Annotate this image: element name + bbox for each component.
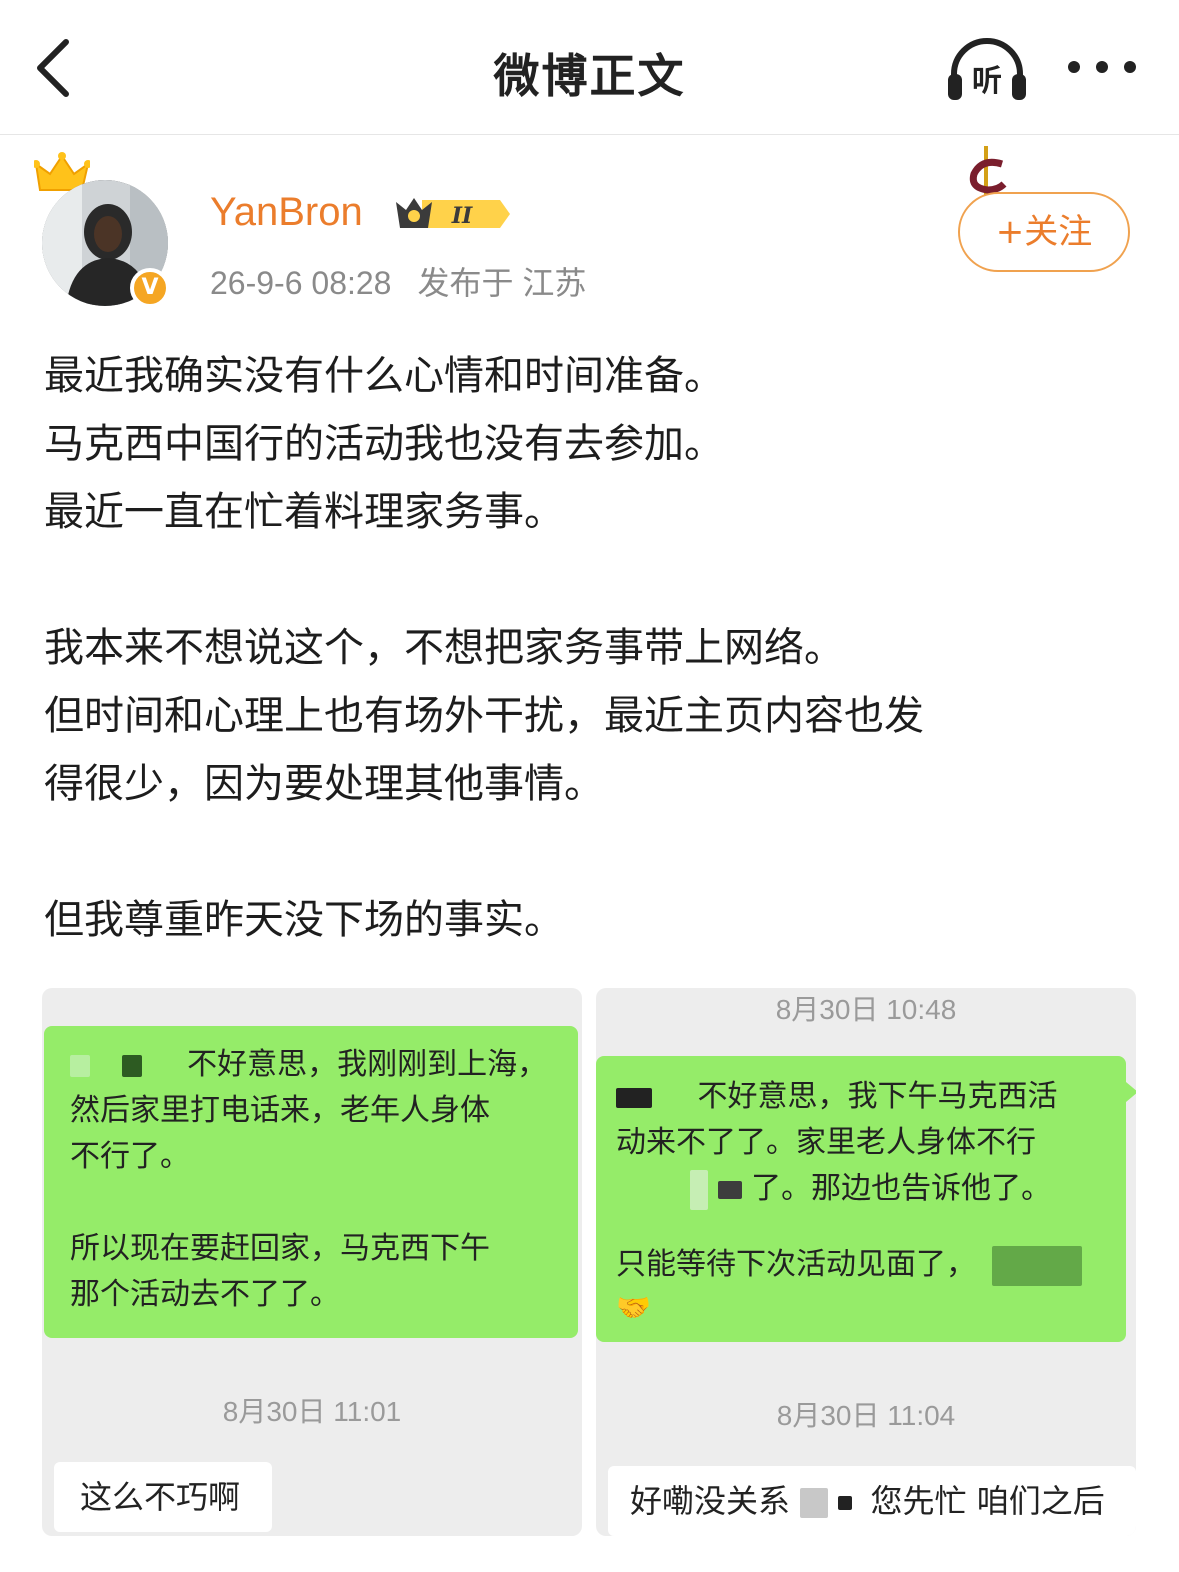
chat-reply-text: 好嘞没关系 [630,1482,791,1520]
redacted-name [991,1245,1082,1286]
post-image-right[interactable]: 8月30日 10:48 不好意思，我下午马克西活 动来不了了。家里老人身体不行 … [596,988,1136,1536]
post-line: 得很少，因为要处理其他事情。 [44,761,604,807]
chat-text-line: 然后家里打电话来，老年人身体 [70,1093,490,1128]
chat-text-line: 那个活动去不了了。 [70,1277,340,1312]
redacted-name [70,1054,90,1077]
chat-reply-text: 这么不巧啊 [80,1478,241,1516]
post-image-left[interactable]: 不好意思，我刚刚到上海， 然后家里打电话来，老年人身体 不行了。 所以现在要赶回… [42,988,582,1536]
post-line: 但时间和心理上也有场外干扰，最近主页内容也发 [44,693,924,739]
member-level-badge-icon: II [396,198,510,229]
chat-timestamp: 8月30日 11:04 [776,1400,956,1431]
chat-bubble-received: 好嘞没关系 您先忙 咱们之后 [608,1466,1136,1536]
handshake-emoji-icon: 🤝 [616,1291,651,1324]
chat-timestamp-top: 8月30日 10:48 [775,994,957,1025]
chat-text-line: 所以现在要赶回家，马克西下午 [70,1231,490,1266]
redacted-name [121,1054,142,1077]
redacted-name [690,1169,708,1210]
post-meta: 26-9-6 08:28 发布于 江苏 [210,258,612,304]
chat-text-line: 不好意思，我刚刚到上海， [187,1047,548,1082]
headphones-listen-icon[interactable]: 听 [942,34,1032,104]
chat-timestamp: 8月30日 11:01 [222,1396,402,1427]
verified-badge-icon: V [130,268,170,308]
post-line: 最近一直在忙着料理家务事。 [44,489,564,535]
post-line: 但我尊重昨天没下场的事实。 [44,897,564,943]
more-options-icon[interactable] [1064,52,1140,82]
redacted-name [717,1180,742,1199]
follow-button[interactable]: +关注 [958,192,1130,272]
chat-bubble-received: 这么不巧啊 [54,1462,272,1532]
redacted-name [616,1087,652,1108]
chat-text-line: 了。那边也告诉他了。 [751,1171,1052,1206]
bubble-tail [1126,1082,1136,1102]
chat-text-line: 不行了。 [70,1139,190,1174]
post-line: 马克西中国行的活动我也没有去参加。 [44,421,724,467]
chat-bubble-sent: 不好意思，我刚刚到上海， 然后家里打电话来，老年人身体 不行了。 所以现在要赶回… [44,1026,578,1338]
username[interactable]: YanBron [210,190,363,235]
redacted-name [838,1496,853,1510]
user-avatar-group[interactable]: V [34,152,184,312]
chat-text-line: 动来不了了。家里老人身体不行 [616,1125,1036,1160]
chat-reply-text: 您先忙 咱们之后 [870,1482,1105,1520]
post-line: 最近我确实没有什么心情和时间准备。 [44,353,724,399]
top-nav-bar: 微博正文 听 [0,0,1179,135]
listen-label: 听 [972,64,1002,99]
chat-text-line: 只能等待下次活动见面了， [616,1247,976,1282]
chat-text-line: 不好意思，我下午马克西活 [697,1079,1058,1114]
post-body: 最近我确实没有什么心情和时间准备。 马克西中国行的活动我也没有去参加。 最近一直… [44,342,1144,954]
post-line: 我本来不想说这个，不想把家务事带上网络。 [44,625,844,671]
post-location: 发布于 江苏 [417,265,587,301]
chat-bubble-sent: 不好意思，我下午马克西活 动来不了了。家里老人身体不行 了。那边也告诉他了。 只… [596,1056,1136,1342]
redacted-name [800,1488,829,1518]
level-badge-label: II [451,203,473,229]
post-time: 26-9-6 08:28 [210,265,392,301]
